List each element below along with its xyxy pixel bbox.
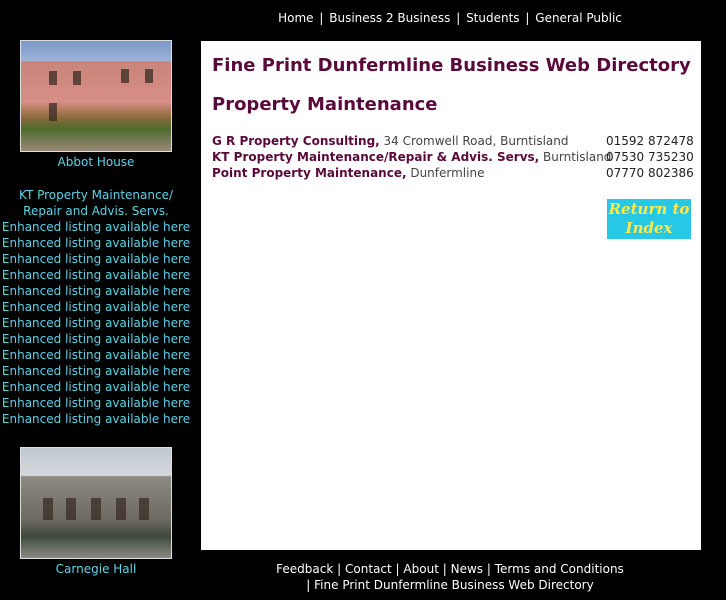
- enhanced-listing-link[interactable]: Enhanced listing available here: [0, 315, 192, 331]
- window-shape: [91, 498, 101, 520]
- page-title: Fine Print Dunfermline Business Web Dire…: [212, 55, 691, 76]
- business-address: 34 Cromwell Road, Burntisland: [379, 134, 569, 148]
- footer-site-name: | Fine Print Dunfermline Business Web Di…: [306, 578, 594, 592]
- business-address: Burntisland: [539, 150, 612, 164]
- abbot-house-photo[interactable]: [20, 40, 172, 152]
- window-shape: [43, 498, 53, 520]
- enhanced-listing-link[interactable]: Enhanced listing available here: [0, 379, 192, 395]
- window-shape: [139, 498, 149, 520]
- footer: Feedback | Contact | About | News | Term…: [200, 561, 700, 593]
- nav-separator: |: [525, 11, 530, 25]
- window-shape: [73, 71, 81, 85]
- listing-row[interactable]: G R Property Consulting, 34 Cromwell Roa…: [212, 133, 694, 149]
- window-shape: [66, 498, 76, 520]
- nav-home-link[interactable]: Home: [278, 11, 313, 25]
- footer-contact-link[interactable]: Contact: [345, 562, 392, 576]
- business-address: Dunfermline: [406, 166, 485, 180]
- return-to-index-button[interactable]: Return to Index: [607, 199, 691, 239]
- nav-business-2-business-link[interactable]: Business 2 Business: [329, 11, 450, 25]
- footer-separator: |: [395, 562, 400, 576]
- return-to-index-label: Return to Index: [608, 200, 690, 237]
- window-shape: [49, 71, 57, 85]
- enhanced-listing-link[interactable]: Enhanced listing available here: [0, 251, 192, 267]
- enhanced-listing-link[interactable]: Enhanced listing available here: [0, 235, 192, 251]
- business-phone: 01592 872478: [606, 134, 694, 148]
- carnegie-hall-caption[interactable]: Carnegie Hall: [0, 562, 192, 576]
- window-shape: [116, 498, 126, 520]
- sidebar-listing-title[interactable]: KT Property Maintenance/ Repair and Advi…: [0, 187, 192, 219]
- window-shape: [121, 69, 129, 83]
- nav-separator: |: [456, 11, 461, 25]
- footer-terms-link[interactable]: Terms and Conditions: [495, 562, 624, 576]
- business-listings: G R Property Consulting, 34 Cromwell Roa…: [212, 133, 694, 181]
- sidebar-listing: KT Property Maintenance/ Repair and Advi…: [0, 187, 192, 427]
- listing-row[interactable]: Point Property Maintenance, Dunfermline …: [212, 165, 694, 181]
- business-name[interactable]: KT Property Maintenance/Repair & Advis. …: [212, 150, 539, 164]
- door-shape: [49, 103, 57, 121]
- footer-about-link[interactable]: About: [403, 562, 438, 576]
- enhanced-listing-link[interactable]: Enhanced listing available here: [0, 299, 192, 315]
- footer-separator: |: [442, 562, 447, 576]
- footer-feedback-link[interactable]: Feedback: [276, 562, 333, 576]
- main-content: Fine Print Dunfermline Business Web Dire…: [201, 41, 701, 550]
- enhanced-listing-link[interactable]: Enhanced listing available here: [0, 347, 192, 363]
- footer-separator: |: [337, 562, 342, 576]
- business-name[interactable]: G R Property Consulting,: [212, 134, 380, 148]
- window-shape: [145, 69, 153, 83]
- category-heading: Property Maintenance: [212, 94, 438, 115]
- left-sidebar: Abbot House KT Property Maintenance/ Rep…: [0, 40, 192, 576]
- footer-links: Feedback | Contact | About | News | Term…: [200, 561, 700, 577]
- listing-row[interactable]: KT Property Maintenance/Repair & Advis. …: [212, 149, 694, 165]
- nav-separator: |: [319, 11, 324, 25]
- nav-general-public-link[interactable]: General Public: [535, 11, 622, 25]
- enhanced-listing-link[interactable]: Enhanced listing available here: [0, 267, 192, 283]
- enhanced-listing-link[interactable]: Enhanced listing available here: [0, 219, 192, 235]
- business-phone: 07770 802386: [606, 166, 694, 180]
- abbot-house-caption[interactable]: Abbot House: [0, 155, 192, 169]
- enhanced-listing-link[interactable]: Enhanced listing available here: [0, 363, 192, 379]
- enhanced-listing-link[interactable]: Enhanced listing available here: [0, 411, 192, 427]
- top-nav: Home | Business 2 Business | Students | …: [200, 11, 700, 25]
- business-phone: 07530 735230: [606, 150, 694, 164]
- enhanced-listing-link[interactable]: Enhanced listing available here: [0, 395, 192, 411]
- footer-separator: |: [486, 562, 491, 576]
- business-name[interactable]: Point Property Maintenance,: [212, 166, 407, 180]
- carnegie-hall-photo[interactable]: [20, 447, 172, 559]
- enhanced-listing-link[interactable]: Enhanced listing available here: [0, 331, 192, 347]
- nav-students-link[interactable]: Students: [466, 11, 520, 25]
- footer-news-link[interactable]: News: [451, 562, 483, 576]
- enhanced-listing-link[interactable]: Enhanced listing available here: [0, 283, 192, 299]
